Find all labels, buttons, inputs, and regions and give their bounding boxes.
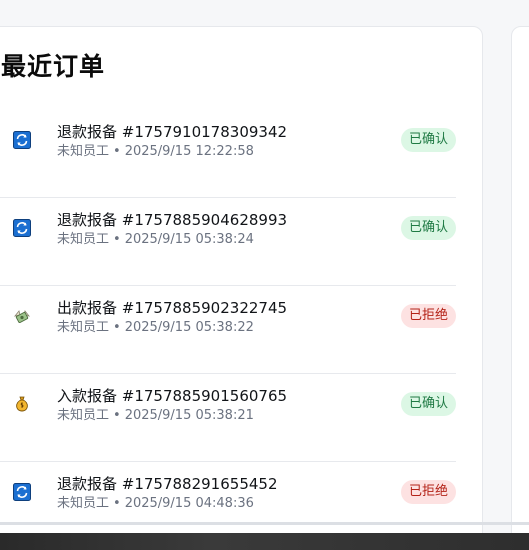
- money-wings-icon: [14, 310, 30, 324]
- refund-arrows-icon: [13, 483, 31, 501]
- page-title: 最近订单: [1, 52, 106, 81]
- order-time: 2025/9/15 05:38:22: [124, 320, 254, 335]
- order-title: 退款报备 #1757885904628993: [57, 211, 288, 229]
- order-meta: 未知员工 • 2025/9/15 05:38:24: [57, 231, 254, 249]
- order-meta: 未知员工 • 2025/9/15 05:38:21: [57, 407, 254, 425]
- status-badge: 已确认: [400, 128, 456, 152]
- order-employee: 未知员工: [57, 232, 110, 247]
- order-employee: 未知员工: [57, 496, 110, 511]
- order-meta: 未知员工 • 2025/9/15 05:38:22: [57, 319, 254, 337]
- order-time: 2025/9/15 04:48:36: [124, 496, 254, 511]
- page: 最近订单 退款报备 #1757910178309342 未知员工 • 2025/9/…: [0, 0, 529, 550]
- side-card: [511, 26, 529, 550]
- money-bag-icon: [16, 396, 28, 412]
- meta-separator: •: [113, 408, 121, 423]
- order-meta: 未知员工 • 2025/9/15 04:48:36: [57, 495, 254, 513]
- order-time: 2025/9/15 05:38:21: [124, 408, 254, 423]
- order-employee: 未知员工: [57, 408, 110, 423]
- order-title: 出款报备 #1757885902322745: [57, 299, 288, 317]
- order-row[interactable]: 退款报备 #1757885904628993 未知员工 • 2025/9/15 05…: [0, 198, 456, 286]
- taskbar: [0, 533, 529, 550]
- order-title: 退款报备 #1757910178309342: [57, 123, 288, 141]
- order-title: 入款报备 #1757885901560765: [57, 387, 288, 405]
- order-row[interactable]: 出款报备 #1757885902322745 未知员工 • 2025/9/15 05…: [0, 286, 456, 374]
- order-employee: 未知员工: [57, 320, 110, 335]
- status-badge: 已确认: [400, 216, 456, 240]
- order-meta: 未知员工 • 2025/9/15 12:22:58: [57, 143, 254, 161]
- order-row[interactable]: 退款报备 #1757910178309342 未知员工 • 2025/9/15 12…: [0, 110, 456, 198]
- meta-separator: •: [113, 496, 121, 511]
- order-time: 2025/9/15 12:22:58: [124, 144, 254, 159]
- order-time: 2025/9/15 05:38:24: [124, 232, 254, 247]
- status-badge: 已确认: [400, 392, 456, 416]
- meta-separator: •: [113, 320, 121, 335]
- order-employee: 未知员工: [57, 144, 110, 159]
- refund-arrows-icon: [13, 131, 31, 149]
- window-bottom-border: [0, 522, 529, 525]
- status-badge: 已拒绝: [400, 304, 456, 328]
- order-list: 退款报备 #1757910178309342 未知员工 • 2025/9/15 12…: [0, 110, 456, 550]
- order-title: 退款报备 #175788291655452: [57, 475, 278, 493]
- order-row[interactable]: 入款报备 #1757885901560765 未知员工 • 2025/9/15 05…: [0, 374, 456, 462]
- refund-arrows-icon: [13, 219, 31, 237]
- status-badge: 已拒绝: [400, 480, 456, 504]
- meta-separator: •: [113, 144, 121, 159]
- meta-separator: •: [113, 232, 121, 247]
